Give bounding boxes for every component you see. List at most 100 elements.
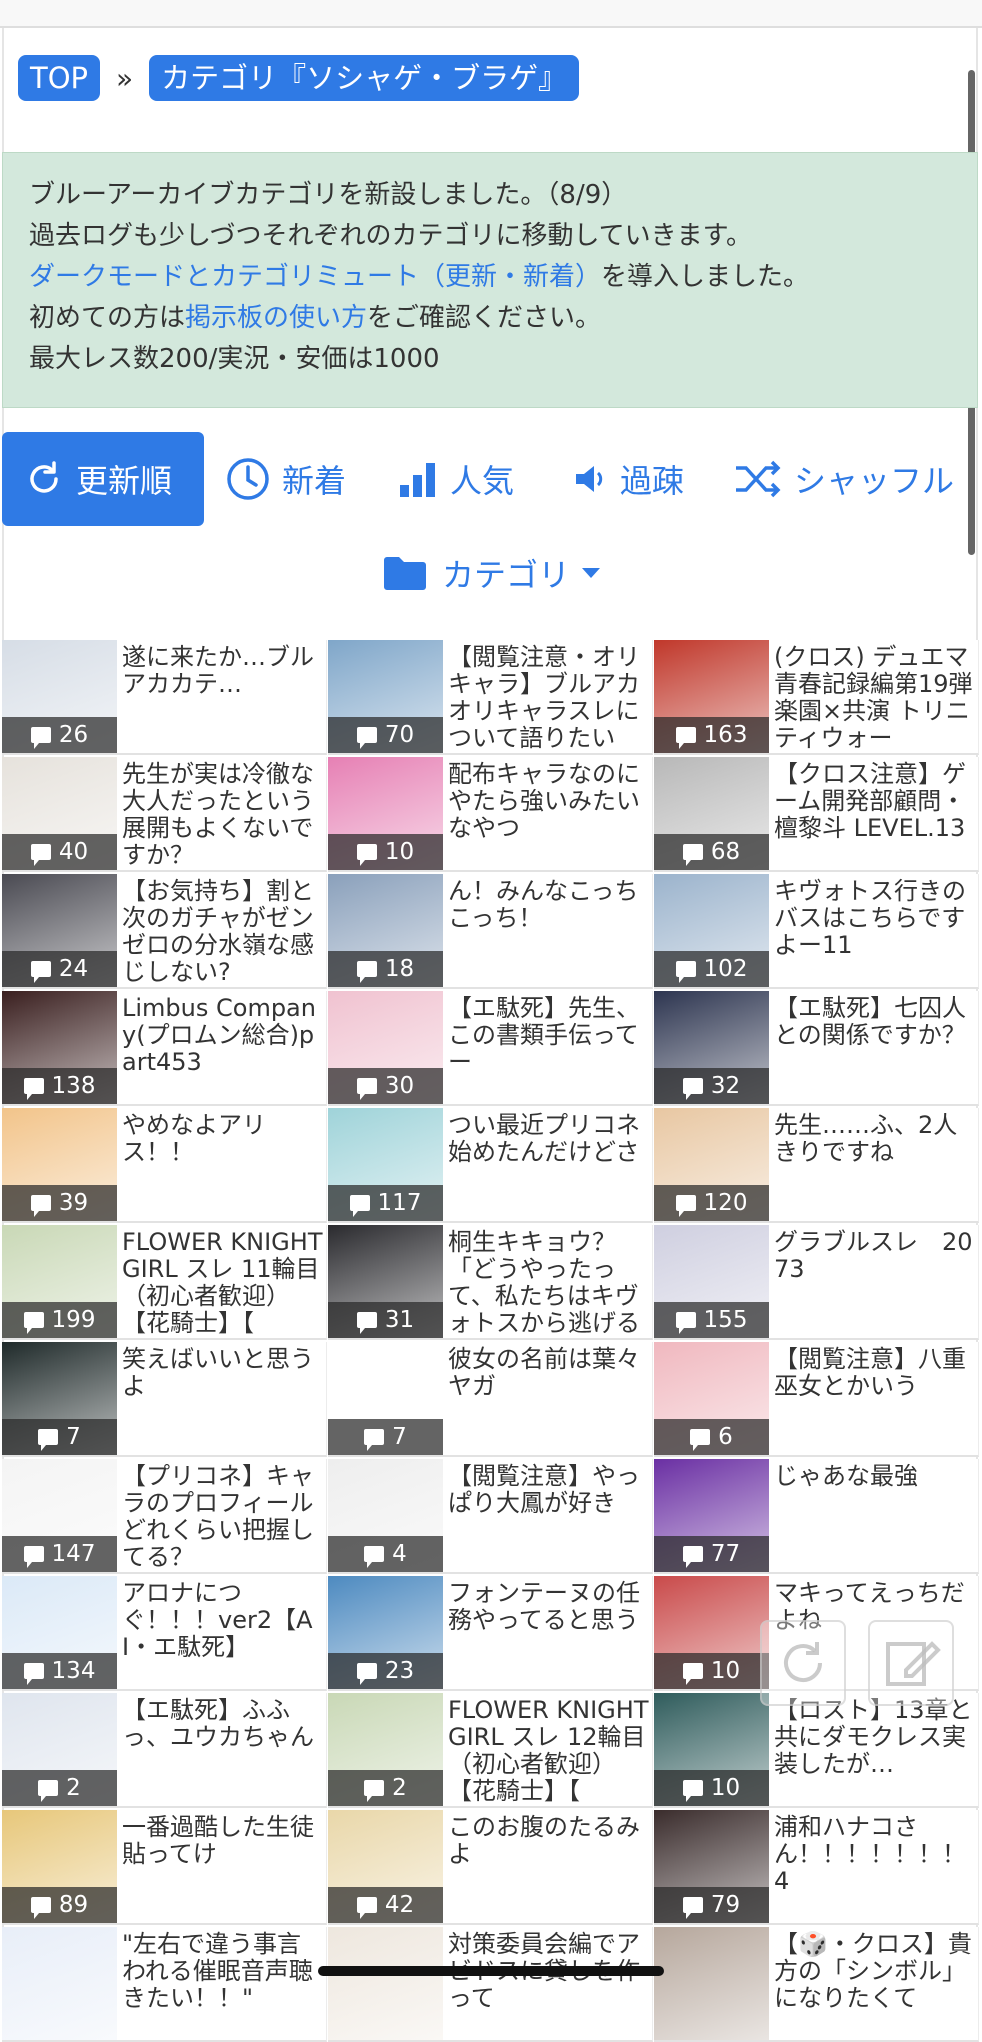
thread-card[interactable]: 32 【エ駄死】七囚人との関係ですか？ [654,991,979,1106]
thread-title[interactable]: 遂に来たか…ブルアカカテ… [122,644,324,753]
thread-title[interactable]: "左右で違う事言われる催眠音声聴きたい！！" [122,1931,324,2040]
thread-title[interactable]: 【閲覧注意】八重巫女とかいう [774,1346,976,1455]
thread-card[interactable]: 2 【エ駄死】ふふっ、ユウカちゃん [2,1693,327,1808]
thread-card[interactable]: 対策委員会編でアビドスに貸しを作って [328,1927,653,2042]
reply-count: 147 [51,1541,96,1567]
thread-title[interactable]: 一番過酷した生徒貼ってけ [122,1814,324,1923]
thread-card[interactable]: 138 Limbus Company(プロムン総合)part453 [2,991,327,1106]
thread-title[interactable]: 先生……ふ、2人きりですね [774,1112,976,1221]
browser-top-bar [0,0,982,28]
comment-icon [38,1429,59,1451]
reply-count-badge: 30 [328,1068,443,1104]
thread-card[interactable]: 31 桐生キキョウ？「どうやったって、私たちはキヴォトスから逃げること [328,1225,653,1340]
thread-card[interactable]: 39 やめなよアリス！！ [2,1108,327,1223]
thread-title[interactable]: FLOWER KNIGHT GIRL スレ 11輪目（初心者歓迎）【花騎士】【 [122,1229,324,1338]
reply-count-badge: 138 [2,1068,117,1104]
thread-title[interactable]: 【ロスト】13章と共にダモクレス実装したが… [774,1697,976,1806]
breadcrumb-top-link[interactable]: TOP [18,55,101,101]
thread-card[interactable]: 199 FLOWER KNIGHT GIRL スレ 11輪目（初心者歓迎）【花騎士… [2,1225,327,1340]
thread-card[interactable]: 26 遂に来たか…ブルアカカテ… [2,640,327,755]
thread-title[interactable]: 先生が実は冷徹な大人だったという展開もよくないですか？ [122,761,324,870]
thread-card[interactable]: 134 アロナにつぐ！！！ver2【AI・エ駄死】 [2,1576,327,1691]
thread-card[interactable]: 42 このお腹のたるみよ [328,1810,653,1925]
thread-title[interactable]: 対策委員会編でアビドスに貸しを作って [448,1931,650,2040]
breadcrumb: TOP » カテゴリ『ソシャゲ・ブラゲ』 [18,54,580,102]
thread-title[interactable]: 【プリコネ】キャラのプロフィールどれくらい把握してる？ [122,1463,324,1572]
thread-title[interactable]: 【エ駄死】先生、この書類手伝ってー [448,995,650,1104]
thread-card[interactable]: 7 彼女の名前は葉々ヤガ [328,1342,653,1457]
thread-title[interactable]: 【エ駄死】ふふっ、ユウカちゃん [122,1697,324,1806]
thread-card[interactable]: 163 (クロス) デュエマ 青春記録編第19弾 楽園×共演 トリニティウォー [654,640,979,755]
usage-guide-link[interactable]: 掲示板の使い方 [185,303,367,333]
thread-card[interactable]: 23 フォンテーヌの任務やってると思う [328,1576,653,1691]
thread-card[interactable]: 102 キヴォトス行きのバスはこちらですよー11 [654,874,979,989]
thread-card[interactable]: 68 【クロス注意】ゲーム開発部顧問・檀黎斗 LEVEL.13 [654,757,979,872]
reply-count-badge: 39 [2,1185,117,1221]
thread-card[interactable]: 120 先生……ふ、2人きりですね [654,1108,979,1223]
thread-card[interactable]: "左右で違う事言われる催眠音声聴きたい！！" [2,1927,327,2042]
thread-title[interactable]: やめなよアリス！！ [122,1112,324,1221]
thread-title[interactable]: FLOWER KNIGHT GIRL スレ 12輪目（初心者歓迎）【花騎士】【 [448,1697,650,1806]
category-dropdown-button[interactable]: カテゴリ [382,548,601,598]
thread-card[interactable]: 10 配布キャラなのにやたら強いみたいなやつ [328,757,653,872]
thread-title[interactable]: ん！みんなこっちこっち！ [448,878,650,987]
thread-card[interactable]: 79 浦和ハナコさん！！！！！！！4 [654,1810,979,1925]
thread-title[interactable]: フォンテーヌの任務やってると思う [448,1580,650,1689]
tab-popular[interactable]: 人気 [398,432,514,526]
reply-count-badge: 10 [654,1770,769,1806]
tab-label: 更新順 [76,462,173,500]
thread-title[interactable]: このお腹のたるみよ [448,1814,650,1923]
thread-title[interactable]: 【🎲・クロス】貴方の「シンボル」になりたくて [774,1931,976,2040]
thread-card[interactable]: 2 FLOWER KNIGHT GIRL スレ 12輪目（初心者歓迎）【花騎士】【 [328,1693,653,1808]
thread-card[interactable]: 147 【プリコネ】キャラのプロフィールどれくらい把握してる？ [2,1459,327,1574]
comment-icon [30,844,51,866]
thread-title[interactable]: 浦和ハナコさん！！！！！！！4 [774,1814,976,1923]
thread-title[interactable]: 【閲覧注意・オリキャラ】ブルアカオリキャラスレについて語りたい [448,644,650,753]
tab-shuffle[interactable]: シャッフル [734,432,954,526]
thread-title[interactable]: 【エ駄死】七囚人との関係ですか？ [774,995,976,1104]
thread-card[interactable]: 40 先生が実は冷徹な大人だったという展開もよくないですか？ [2,757,327,872]
notice-line-4: 初めての方は掲示板の使い方をご確認ください。 [29,298,951,339]
thread-card[interactable]: 155 グラブルスレ 2073 [654,1225,979,1340]
reply-count: 89 [58,1892,89,1918]
comment-icon [682,1780,703,1802]
thread-card[interactable]: 【🎲・クロス】貴方の「シンボル」になりたくて [654,1927,979,2042]
reply-count: 70 [384,722,415,748]
thread-title[interactable]: キヴォトス行きのバスはこちらですよー11 [774,878,976,987]
thread-title[interactable]: 【閲覧注意】やっぱり大鳳が好き [448,1463,650,1572]
thread-card[interactable]: 77 じゃあな最強 [654,1459,979,1574]
thread-title[interactable]: 配布キャラなのにやたら強いみたいなやつ [448,761,650,870]
comment-icon [23,1312,44,1334]
thread-card[interactable]: 89 一番過酷した生徒貼ってけ [2,1810,327,1925]
tab-sparse[interactable]: 過疎 [572,432,684,526]
thread-title[interactable]: 桐生キキョウ？「どうやったって、私たちはキヴォトスから逃げること [448,1229,650,1338]
reply-count-badge: 2 [328,1770,443,1806]
reply-count-badge: 10 [328,834,443,870]
thread-title[interactable]: アロナにつぐ！！！ver2【AI・エ駄死】 [122,1580,324,1689]
thread-title[interactable]: Limbus Company(プロムン総合)part453 [122,995,324,1104]
thread-title[interactable]: 【クロス注意】ゲーム開発部顧問・檀黎斗 LEVEL.13 [774,761,976,870]
thread-card[interactable]: 24 【お気持ち】割と次のガチャがゼンゼロの分水嶺な感じしない? [2,874,327,989]
reload-float-button[interactable] [760,1620,846,1706]
tab-new[interactable]: 新着 [226,432,346,526]
breadcrumb-current-category[interactable]: カテゴリ『ソシャゲ・ブラゲ』 [149,55,580,101]
comment-icon [682,1546,703,1568]
tab-update-order[interactable]: 更新順 [2,432,204,526]
thread-card[interactable]: 4 【閲覧注意】やっぱり大鳳が好き [328,1459,653,1574]
thread-title[interactable]: 彼女の名前は葉々ヤガ [448,1346,650,1455]
thread-title[interactable]: (クロス) デュエマ 青春記録編第19弾 楽園×共演 トリニティウォー [774,644,976,753]
thread-card[interactable]: 6 【閲覧注意】八重巫女とかいう [654,1342,979,1457]
thread-card[interactable]: 10 【ロスト】13章と共にダモクレス実装したが… [654,1693,979,1808]
thread-card[interactable]: 7 笑えばいいと思うよ [2,1342,327,1457]
thread-card[interactable]: 30 【エ駄死】先生、この書類手伝ってー [328,991,653,1106]
compose-float-button[interactable] [868,1620,954,1706]
thread-card[interactable]: 117 つい最近プリコネ始めたんだけどさ [328,1108,653,1223]
thread-title[interactable]: 【お気持ち】割と次のガチャがゼンゼロの分水嶺な感じしない? [122,878,324,987]
thread-card[interactable]: 70 【閲覧注意・オリキャラ】ブルアカオリキャラスレについて語りたい [328,640,653,755]
thread-card[interactable]: 18 ん！みんなこっちこっち！ [328,874,653,989]
thread-title[interactable]: じゃあな最強 [774,1463,976,1572]
thread-title[interactable]: つい最近プリコネ始めたんだけどさ [448,1112,650,1221]
dark-mode-link[interactable]: ダークモードとカテゴリミュート（更新・新着） [29,262,601,292]
thread-title[interactable]: 笑えばいいと思うよ [122,1346,324,1455]
thread-title[interactable]: グラブルスレ 2073 [774,1229,976,1338]
